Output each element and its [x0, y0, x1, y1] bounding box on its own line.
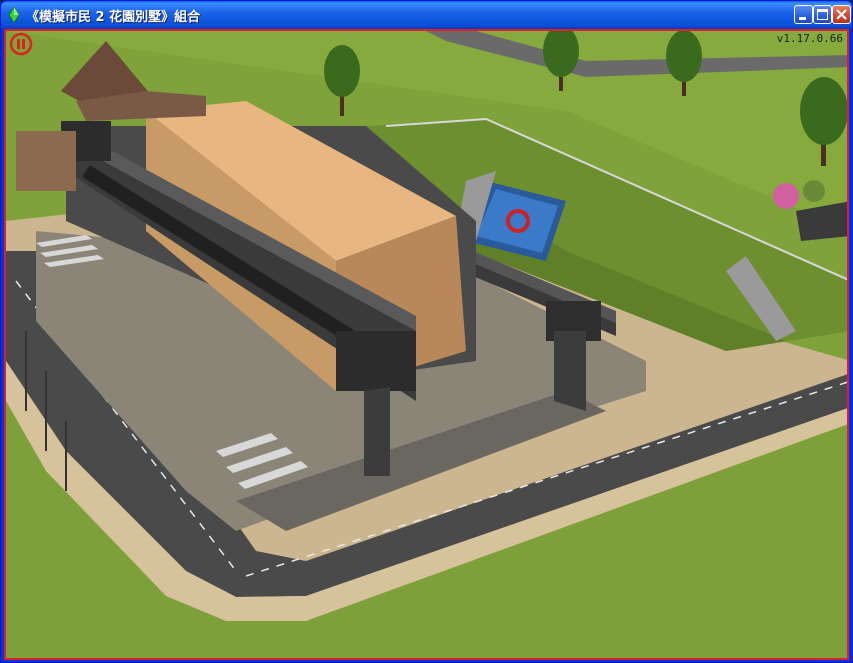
house-porch: [16, 131, 76, 191]
version-label: v1.17.0.66: [776, 32, 843, 45]
close-button[interactable]: [832, 5, 851, 24]
lot-scene[interactable]: [6, 31, 849, 660]
title-bar[interactable]: 《模擬市民 2 花園別墅》組合: [1, 1, 852, 29]
pause-icon[interactable]: [9, 32, 33, 56]
window-title: 《模擬市民 2 花園別墅》組合: [26, 10, 201, 25]
game-window: 《模擬市民 2 花園別墅》組合 v1.17.0.66: [0, 0, 853, 663]
game-viewport[interactable]: v1.17.0.66: [4, 29, 849, 660]
close-icon: [836, 9, 847, 20]
support-pillar-right: [554, 331, 586, 411]
maximize-icon: [817, 9, 828, 20]
minimize-button[interactable]: [794, 5, 813, 24]
maximize-button[interactable]: [813, 5, 832, 24]
platform-railing-front: [336, 331, 416, 391]
support-pillar-front: [364, 387, 390, 476]
minimize-icon: [799, 17, 806, 20]
plumbob-icon: [8, 7, 20, 23]
